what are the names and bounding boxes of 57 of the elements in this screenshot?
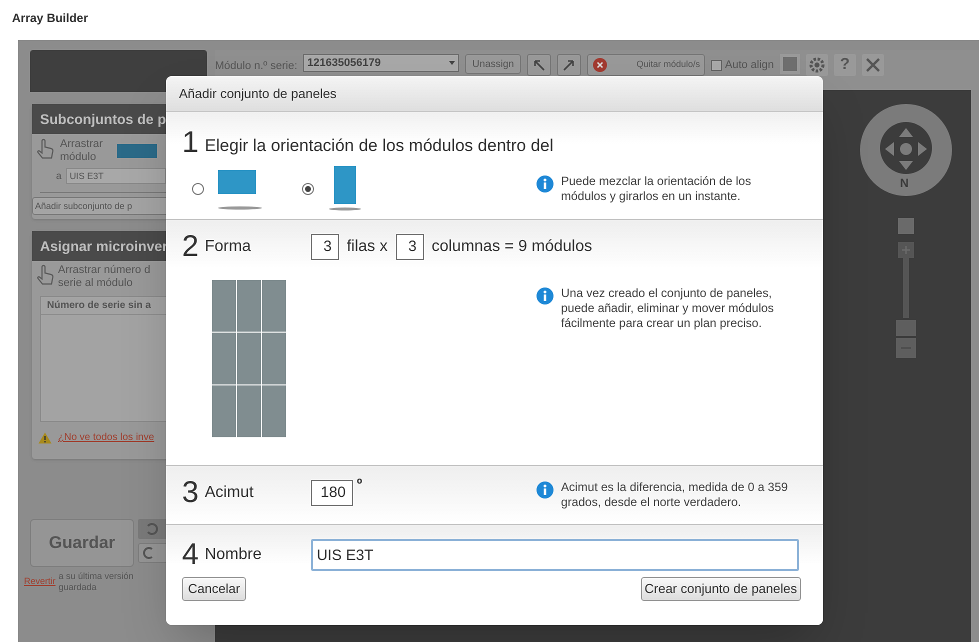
unassign-button[interactable]: Unassign <box>465 54 521 74</box>
auto-align-label: Auto align <box>724 58 774 73</box>
radio-button[interactable] <box>192 183 204 195</box>
info-icon <box>536 481 554 499</box>
step-number: 3 <box>182 478 199 508</box>
drag-hint: Arrastrar número d serie al módulo <box>58 264 150 290</box>
step-label: Forma <box>204 237 252 257</box>
hand-icon <box>36 138 56 160</box>
cancel-button[interactable]: Cancelar <box>182 577 246 601</box>
columns-label: columnas = 9 módulos <box>432 237 592 257</box>
hand-icon <box>36 264 56 286</box>
to-label: a <box>56 170 62 184</box>
rows-field[interactable]: 3 <box>310 234 339 260</box>
app-title: Array Builder <box>11 10 90 27</box>
step-number: 2 <box>182 232 199 262</box>
redo-icon[interactable] <box>556 54 581 76</box>
azimuth-field[interactable]: 180 <box>310 480 353 506</box>
step-heading: Elegir la orientación de los módulos dentro del <box>204 134 554 156</box>
caret-icon <box>449 61 456 65</box>
close-icon[interactable] <box>862 54 884 76</box>
revert-link[interactable]: Revertir <box>24 575 56 588</box>
save-button[interactable]: Guardar <box>30 519 134 567</box>
rows-label: filas x <box>346 237 388 257</box>
auto-align-checkbox[interactable] <box>710 60 722 71</box>
columns-field[interactable]: 3 <box>396 234 424 260</box>
help-button[interactable]: ? <box>834 54 856 76</box>
zoom-handle[interactable] <box>896 320 916 336</box>
degree-unit: º <box>356 475 362 495</box>
step-number: 4 <box>182 540 199 570</box>
target-select[interactable]: UIS E3T <box>66 168 166 184</box>
undo-icon[interactable] <box>526 54 551 76</box>
radio-button[interactable] <box>302 183 314 195</box>
name-field[interactable]: UIS E3T <box>310 539 799 571</box>
serial-label: Módulo n.º serie: <box>215 59 298 74</box>
info-icon <box>536 175 554 193</box>
info-text: Puede mezclar la orientación de los módulos y girarlos en un instante. <box>561 174 752 204</box>
remove-modules-button[interactable]: Quitar módulo/s <box>586 54 705 76</box>
step-label: Acimut <box>204 483 255 503</box>
undo-button-icon[interactable] <box>138 519 168 539</box>
redo-button-icon[interactable] <box>138 543 168 563</box>
warning-icon <box>38 432 52 444</box>
north-label: N <box>900 175 909 192</box>
info-icon <box>536 287 554 305</box>
info-text: Una vez creado el conjunto de paneles, puede añadir, eliminar y mover módulos fácilmente para crear un plan preciso. <box>561 286 775 331</box>
info-text: Acimut es la diferencia, medida de 0 a 359 grados, desde el norte verdadero. <box>561 480 789 510</box>
dialog-title: Añadir conjunto de paneles <box>166 76 823 112</box>
zoom-track <box>903 258 909 318</box>
create-button[interactable]: Crear conjunto de paneles <box>640 577 801 601</box>
drag-label: Arrastrar módulo <box>60 138 103 164</box>
module-swatch <box>116 144 157 158</box>
image-icon[interactable] <box>780 54 800 74</box>
serial-value: 121635056179 <box>307 56 381 71</box>
step-label: Nombre <box>204 545 263 565</box>
remove-icon <box>592 58 607 72</box>
serial-field[interactable]: 121635056179 <box>303 54 460 72</box>
settings-icon[interactable] <box>806 54 828 76</box>
warning-link[interactable]: ¿No ve todos los inve <box>58 430 154 445</box>
